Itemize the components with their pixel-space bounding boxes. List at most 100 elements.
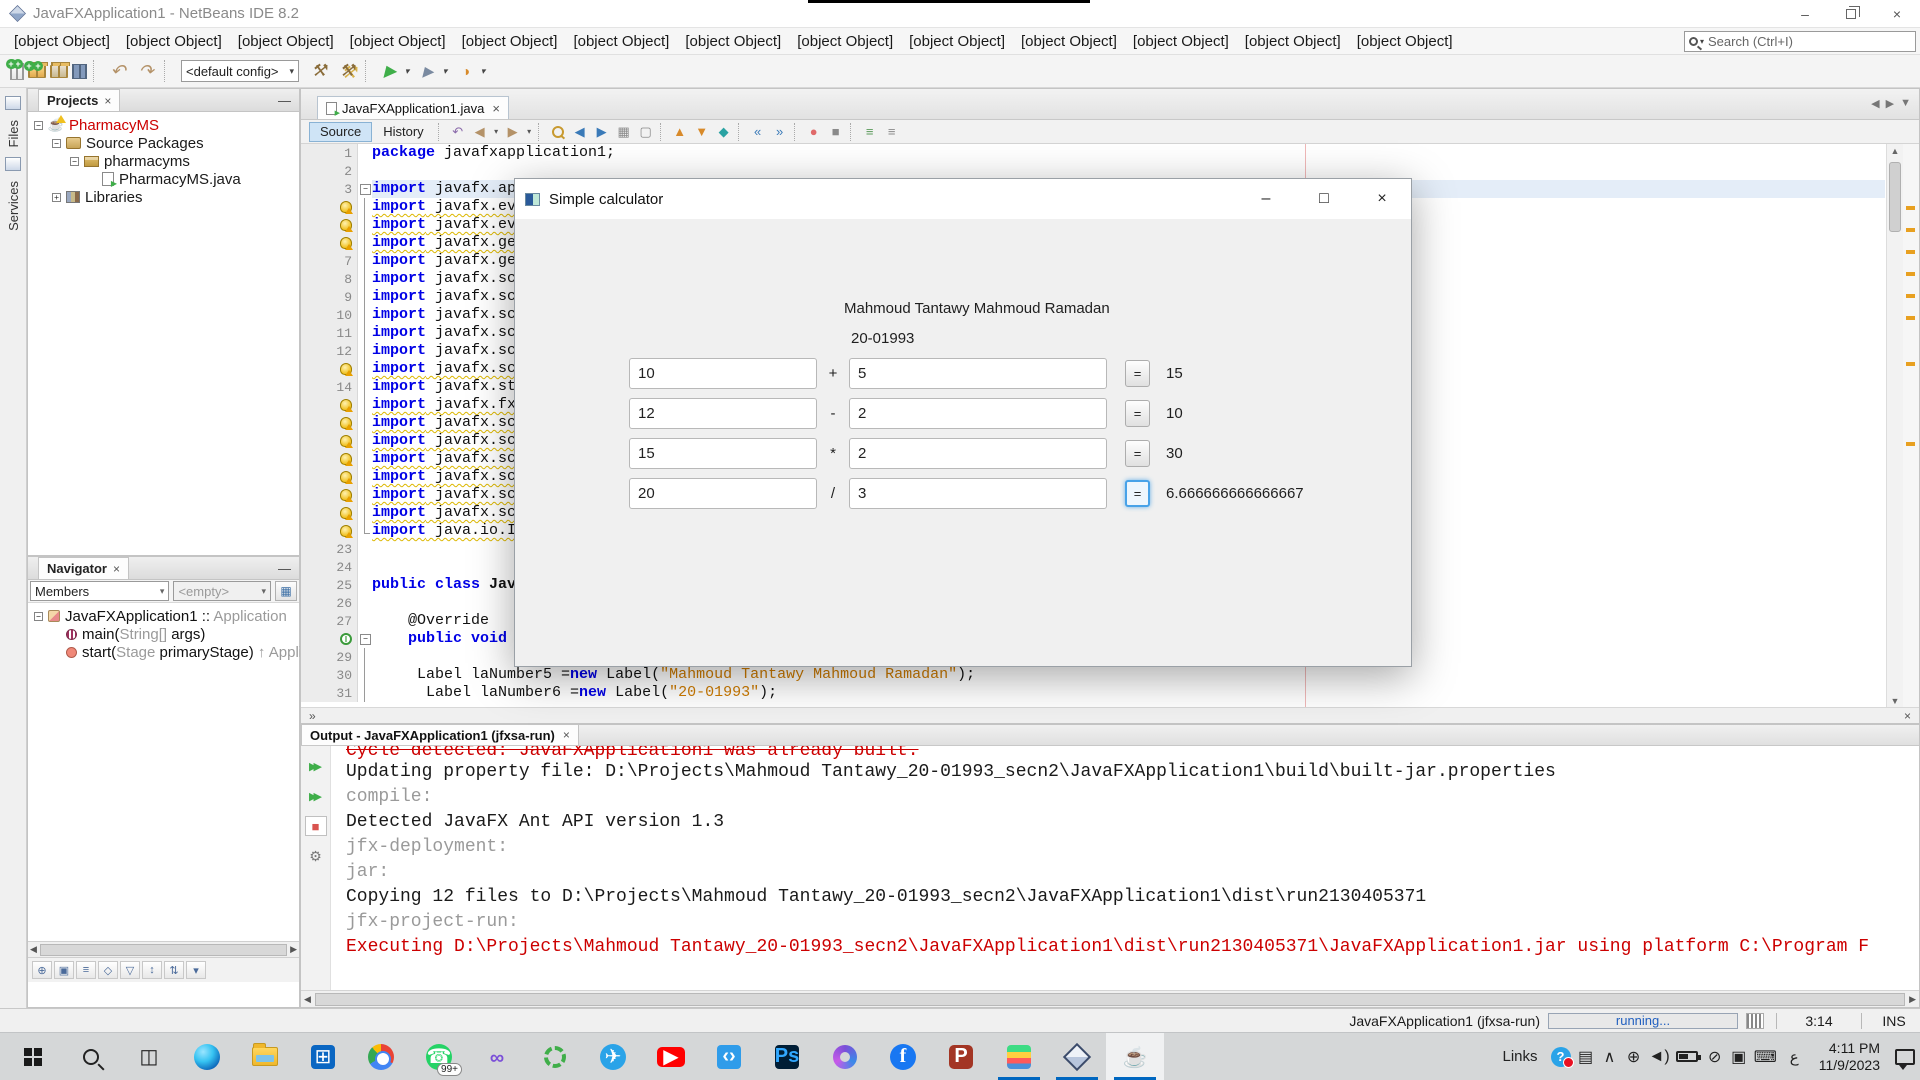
editor-toolbar-icon[interactable]: ▾ [525,122,534,142]
editor-toolbar-icon[interactable]: ◀ [470,122,490,142]
fold-marker[interactable] [358,684,372,702]
warning-bulb-icon[interactable] [340,507,352,519]
files-tab[interactable]: Files [6,120,21,147]
process-list-icon[interactable] [1746,1013,1764,1029]
menu-item[interactable]: [object Object] [342,30,454,53]
editor-toolbar-icon[interactable]: ■ [826,122,846,142]
editor-vscrollbar[interactable]: ▲ ▼ [1886,144,1903,709]
scroll-right-icon[interactable]: ▶ [1909,994,1916,1005]
navigator-item[interactable]: main(String[] args) [28,625,299,643]
close-button[interactable]: × [1353,179,1411,219]
taskbar-app-button[interactable]: ⊞ [294,1033,352,1080]
menu-item[interactable]: [object Object] [901,30,1013,53]
editor-toolbar-icon[interactable]: ● [804,122,824,142]
warning-bulb-icon[interactable] [340,471,352,483]
menu-item[interactable]: [object Object] [677,30,789,53]
operand-b-input[interactable] [849,398,1107,429]
warning-bulb-icon[interactable] [340,417,352,429]
fold-marker[interactable] [358,216,372,234]
fold-marker[interactable] [358,558,372,576]
editor-toolbar-icon[interactable]: ◆ [714,122,734,142]
toolbar-icon[interactable] [365,60,372,82]
fold-marker[interactable] [358,180,372,198]
toolbar-icon[interactable]: ▾ [402,59,412,83]
minimize-panel-icon[interactable]: — [278,93,291,108]
maximize-button[interactable]: □ [1295,179,1353,219]
fold-marker[interactable] [358,576,372,594]
tray-icon[interactable]: ▤ [1574,1033,1598,1080]
menu-item[interactable]: [object Object] [6,30,118,53]
toolbar-icon[interactable]: ▾ [478,59,488,83]
editor-toolbar-icon[interactable]: ▶ [503,122,523,142]
fold-marker[interactable] [358,450,372,468]
warning-bulb-icon[interactable] [340,489,352,501]
toolbar-icon[interactable]: ↶ [106,59,130,83]
fold-marker[interactable] [358,648,372,666]
minimize-panel-icon[interactable]: — [278,561,291,576]
fold-marker[interactable] [358,432,372,450]
tab-projects[interactable]: Projects× [38,89,120,111]
warning-bulb-icon[interactable] [340,435,352,447]
taskbar-app-button[interactable]: f [874,1033,932,1080]
taskbar-app-button[interactable]: ‹› [700,1033,758,1080]
tray-icon[interactable]: ? [1548,1033,1574,1080]
editor-toolbar-icon[interactable]: ▲ [670,122,690,142]
search-input[interactable]: ▾ Search (Ctrl+I) [1684,31,1916,52]
scroll-right-icon[interactable]: ▶ [290,944,297,955]
taskbar-clock[interactable]: 4:11 PM 11/9/2023 [1809,1040,1890,1074]
tray-icon[interactable]: ◄) [1646,1033,1673,1080]
toolbar-icon[interactable]: ⚒ [307,59,331,83]
fold-marker[interactable] [358,144,372,162]
taskbar-app-button[interactable] [62,1033,120,1080]
toolbar-icon[interactable] [10,63,24,80]
fold-marker[interactable] [358,306,372,324]
fold-marker[interactable] [358,342,372,360]
menu-item[interactable]: [object Object] [1349,30,1461,53]
tab-javafxapplication1-java[interactable]: JavaFXApplication1.java × [317,96,509,119]
operand-b-input[interactable] [849,438,1107,469]
toolbar-icon[interactable]: ◑ [454,59,478,83]
menu-item[interactable]: [object Object] [789,30,901,53]
tree-item[interactable]: + Libraries [28,188,299,206]
editor-toolbar-icon[interactable]: « [748,122,768,142]
menu-item[interactable]: [object Object] [565,30,677,53]
taskbar-app-button[interactable] [526,1033,584,1080]
taskbar-app-button[interactable] [4,1033,62,1080]
navigator-filter-icon[interactable]: ▾ [186,961,206,979]
taskbar-app-button[interactable] [236,1033,294,1080]
tree-item[interactable]: PharmacyMS.java [28,170,299,188]
tree-item[interactable]: − PharmacyMS [28,116,299,134]
close-icon[interactable]: × [104,94,111,108]
navigator-filter-icon[interactable]: ↕ [142,961,162,979]
close-icon[interactable]: × [113,562,120,576]
config-select[interactable]: <default config> ▾ [181,60,299,82]
scroll-tabs-right-icon[interactable]: ▶ [1886,97,1894,110]
navigator-filter-icon[interactable]: ⊕ [32,961,52,979]
equals-button[interactable]: = [1125,400,1150,427]
search-dropdown-icon[interactable]: ▾ [1700,37,1704,46]
taskbar-app-button[interactable]: Ps [758,1033,816,1080]
docked-window-icon[interactable] [5,157,21,171]
simple-calculator-window[interactable]: Simple calculator – □ × Mahmoud Tantawy … [514,178,1412,667]
editor-toolbar-icon[interactable]: ▼ [692,122,712,142]
toolbar-icon[interactable] [72,64,87,79]
editor-toolbar-icon[interactable] [794,123,800,141]
equals-button[interactable]: = [1125,440,1150,467]
history-view-button[interactable]: History [372,122,434,142]
tab-output[interactable]: Output - JavaFXApplication1 (jfxsa-run) … [301,724,579,745]
toolbar-icon[interactable] [93,60,100,82]
fold-marker[interactable] [358,522,372,540]
warning-bulb-icon[interactable] [340,453,352,465]
toolbar-icon[interactable]: ↷ [134,59,158,83]
tray-icon[interactable]: ⊘ [1703,1033,1727,1080]
navigator-filter-icon[interactable]: ⇅ [164,961,184,979]
navigator-filter-icon[interactable]: ◇ [98,961,118,979]
expander-icon[interactable]: − [34,612,43,621]
services-tab[interactable]: Services [6,181,21,231]
fold-marker[interactable] [358,414,372,432]
tray-icon[interactable] [1673,1033,1703,1080]
operand-a-input[interactable] [629,398,817,429]
expander-icon[interactable]: − [34,121,43,130]
tree-item[interactable]: − pharmacyms [28,152,299,170]
warning-bulb-icon[interactable] [340,219,352,231]
